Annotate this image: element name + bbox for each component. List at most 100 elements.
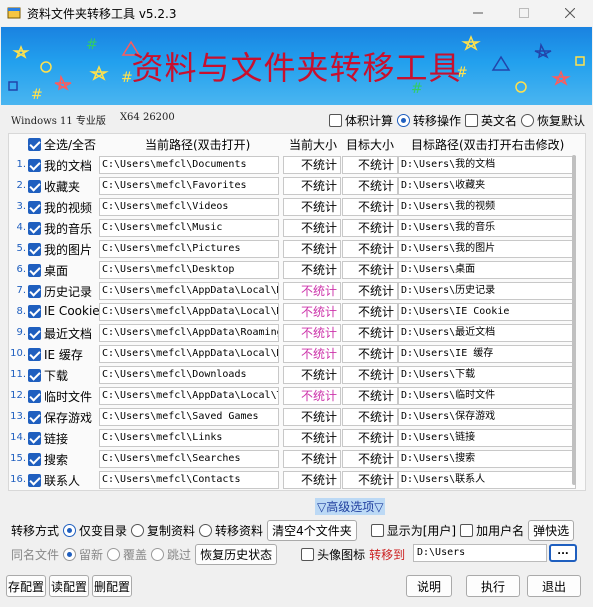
row-name: 保存游戏 (44, 411, 93, 425)
target-path-cell[interactable]: D:\Users\IE Cookie (398, 303, 576, 321)
current-path-cell[interactable]: C:\Users\mefcl\Favorites (99, 177, 279, 195)
volume-calc-checkbox[interactable]: 体积计算 (328, 112, 393, 129)
current-path-cell[interactable]: C:\Users\mefcl\AppData\Local\M (99, 303, 279, 321)
row-select-checkbox[interactable]: 我的音乐 (28, 220, 92, 237)
move-dir-radio[interactable]: 仅变目录 (63, 522, 127, 539)
target-path-input[interactable]: D:\Users (413, 544, 547, 562)
keep-new-radio[interactable]: 留新 (63, 546, 103, 563)
row-number: 3. (16, 201, 26, 212)
target-path-cell[interactable]: D:\Users\IE 缓存 (398, 345, 576, 363)
row-select-checkbox[interactable]: 我的文档 (28, 157, 92, 174)
help-button[interactable]: 说明 (406, 575, 452, 597)
target-path-cell[interactable]: D:\Users\历史记录 (398, 282, 576, 300)
current-size-cell: 不统计 (283, 282, 341, 300)
target-path-cell[interactable]: D:\Users\我的视频 (398, 198, 576, 216)
advanced-options-toggle[interactable]: ▽高级选项▽ (315, 498, 386, 515)
checkbox-icon (28, 304, 41, 318)
target-path-cell[interactable]: D:\Users\我的文档 (398, 156, 576, 174)
target-path-cell[interactable]: D:\Users\联系人 (398, 471, 576, 489)
table-row: 12. 临时文件 C:\Users\mefcl\AppData\Local\T 不统计… (8, 386, 586, 407)
target-path-cell[interactable]: D:\Users\临时文件 (398, 387, 576, 405)
transfer-op-label: 转移操作 (412, 114, 461, 128)
browse-button[interactable]: ... (549, 544, 577, 562)
current-path-cell[interactable]: C:\Users\mefcl\Contacts (99, 471, 279, 489)
select-all-label: 全选/全否 (44, 137, 97, 152)
save-config-button[interactable]: 存配置 (6, 575, 46, 597)
row-select-checkbox[interactable]: 我的图片 (28, 241, 92, 258)
row-select-checkbox[interactable]: 历史记录 (28, 283, 92, 300)
row-select-checkbox[interactable]: 链接 (28, 430, 68, 447)
row-name: IE Cookie (44, 304, 100, 318)
row-select-checkbox[interactable]: 临时文件 (28, 388, 92, 405)
row-select-checkbox[interactable]: 下载 (28, 367, 68, 384)
target-path-cell[interactable]: D:\Users\链接 (398, 429, 576, 447)
row-name: 我的音乐 (44, 222, 93, 236)
read-config-button[interactable]: 读配置 (49, 575, 89, 597)
target-path-cell[interactable]: D:\Users\最近文档 (398, 324, 576, 342)
current-path-cell[interactable]: C:\Users\mefcl\Pictures (99, 240, 279, 258)
row-number: 7. (16, 285, 26, 296)
target-path-cell[interactable]: D:\Users\保存游戏 (398, 408, 576, 426)
transfer-op-radio[interactable]: 转移操作 (396, 112, 461, 129)
target-path-cell[interactable]: D:\Users\下载 (398, 366, 576, 384)
clear-folders-button[interactable]: 清空4个文件夹 (267, 520, 357, 541)
row-select-checkbox[interactable]: 联系人 (28, 472, 80, 489)
current-path-cell[interactable]: C:\Users\mefcl\Saved Games (99, 408, 279, 426)
current-path-cell[interactable]: C:\Users\mefcl\Documents (99, 156, 279, 174)
minimize-button[interactable] (455, 0, 501, 26)
close-button[interactable] (547, 0, 593, 26)
restore-default-radio[interactable]: 恢复默认 (520, 112, 585, 129)
restore-history-button[interactable]: 恢复历史状态 (195, 544, 278, 565)
row-select-checkbox[interactable]: 最近文档 (28, 325, 92, 342)
move-data-radio[interactable]: 转移资料 (199, 522, 263, 539)
current-path-cell[interactable]: C:\Users\mefcl\Links (99, 429, 279, 447)
target-path-cell[interactable]: D:\Users\搜索 (398, 450, 576, 468)
current-path-cell[interactable]: C:\Users\mefcl\AppData\Roaming (99, 324, 279, 342)
current-path-cell[interactable]: C:\Users\mefcl\Searches (99, 450, 279, 468)
row-select-checkbox[interactable]: 桌面 (28, 262, 68, 279)
target-size-cell: 不统计 (342, 387, 398, 405)
target-path-cell[interactable]: D:\Users\桌面 (398, 261, 576, 279)
target-size-cell: 不统计 (342, 240, 398, 258)
row-select-checkbox[interactable]: IE Cookie (28, 304, 100, 318)
english-name-checkbox[interactable]: 英文名 (464, 112, 517, 129)
target-path-cell[interactable]: D:\Users\我的图片 (398, 240, 576, 258)
delete-config-button[interactable]: 删配置 (92, 575, 132, 597)
popup-select-button[interactable]: 弹快选 (528, 520, 575, 541)
current-path-cell[interactable]: C:\Users\mefcl\AppData\Local\T (99, 387, 279, 405)
skip-radio[interactable]: 跳过 (151, 546, 191, 563)
copy-data-radio[interactable]: 复制资料 (131, 522, 195, 539)
current-path-cell[interactable]: C:\Users\mefcl\Desktop (99, 261, 279, 279)
row-select-checkbox[interactable]: IE 缓存 (28, 346, 83, 363)
row-select-checkbox[interactable]: 保存游戏 (28, 409, 92, 426)
overwrite-radio[interactable]: 覆盖 (107, 546, 147, 563)
avatar-icon-checkbox[interactable]: 头像图标 (301, 546, 365, 563)
current-path-cell[interactable]: C:\Users\mefcl\AppData\Local\M (99, 345, 279, 363)
exit-button[interactable]: 退出 (527, 575, 581, 597)
current-size-cell: 不统计 (283, 177, 341, 195)
target-path-cell[interactable]: D:\Users\我的音乐 (398, 219, 576, 237)
row-number: 2. (16, 180, 26, 191)
checkbox-icon (460, 524, 474, 537)
table-row: 5. 我的图片 C:\Users\mefcl\Pictures 不统计 不统计 D:\Us… (8, 239, 586, 260)
row-select-checkbox[interactable]: 收藏夹 (28, 178, 80, 195)
show-user-checkbox[interactable]: 显示为[用户] (370, 522, 457, 539)
checkbox-icon (28, 264, 41, 277)
select-all-checkbox[interactable]: 全选/全否 (28, 136, 96, 152)
current-path-cell[interactable]: C:\Users\mefcl\Downloads (99, 366, 279, 384)
current-path-cell[interactable]: C:\Users\mefcl\AppData\Local\M (99, 282, 279, 300)
maximize-button[interactable] (501, 0, 547, 26)
current-path-cell[interactable]: C:\Users\mefcl\Videos (99, 198, 279, 216)
top-options: 体积计算 转移操作 英文名 恢复默认 (328, 112, 585, 129)
show-user-label: 显示为[用户] (386, 524, 457, 538)
row-select-checkbox[interactable]: 搜索 (28, 451, 68, 468)
row-select-checkbox[interactable]: 我的视频 (28, 199, 92, 216)
checkbox-icon (28, 159, 41, 172)
scrollbar[interactable] (572, 155, 576, 485)
target-path-cell[interactable]: D:\Users\收藏夹 (398, 177, 576, 195)
add-user-checkbox[interactable]: 加用户名 (460, 522, 524, 539)
execute-button[interactable]: 执行 (466, 575, 520, 597)
current-path-cell[interactable]: C:\Users\mefcl\Music (99, 219, 279, 237)
same-name-label: 同名文件 (11, 548, 60, 562)
row-name: 我的文档 (44, 159, 93, 173)
